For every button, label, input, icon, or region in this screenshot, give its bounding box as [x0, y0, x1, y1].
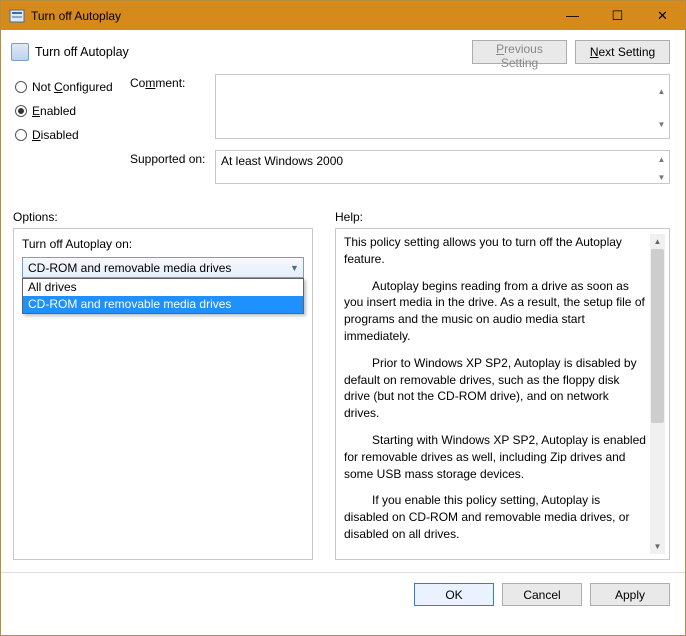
help-paragraph: This policy setting disables Autoplay on…	[344, 553, 646, 554]
header-row: Turn off Autoplay Previous Setting Next …	[1, 30, 685, 64]
ok-button[interactable]: OK	[414, 583, 494, 606]
comment-label: Comment:	[130, 74, 215, 90]
window-title: Turn off Autoplay	[31, 9, 550, 23]
radio-disabled[interactable]: Disabled	[15, 128, 130, 142]
page-title: Turn off Autoplay	[35, 45, 464, 59]
help-paragraph: Starting with Windows XP SP2, Autoplay i…	[344, 432, 646, 482]
scroll-up-icon[interactable]: ▲	[654, 75, 669, 108]
maximize-button[interactable]: ☐	[595, 1, 640, 30]
chevron-down-icon: ▼	[286, 263, 303, 273]
window-controls: — ☐ ✕	[550, 1, 685, 30]
next-setting-button[interactable]: Next Setting	[575, 40, 670, 64]
comment-textarea[interactable]	[215, 74, 670, 139]
scroll-track[interactable]	[650, 249, 665, 539]
scroll-up-icon[interactable]: ▲	[654, 151, 669, 169]
help-paragraph: Prior to Windows XP SP2, Autoplay is dis…	[344, 355, 646, 422]
close-button[interactable]: ✕	[640, 1, 685, 30]
cancel-button[interactable]: Cancel	[502, 583, 582, 606]
options-label: Options:	[13, 210, 335, 224]
scroll-thumb[interactable]	[651, 249, 664, 423]
combo-selected[interactable]: CD-ROM and removable media drives ▼	[22, 257, 304, 278]
state-radio-group: Not Configured Enabled Disabled	[15, 74, 130, 195]
options-panel: Turn off Autoplay on: CD-ROM and removab…	[13, 228, 313, 560]
combo-item-all-drives[interactable]: All drives	[23, 279, 303, 296]
supported-on-text	[215, 150, 670, 184]
policy-icon	[9, 8, 25, 24]
lower-panels: Turn off Autoplay on: CD-ROM and removab…	[1, 228, 685, 560]
help-text: This policy setting allows you to turn o…	[344, 234, 650, 554]
help-scrollbar[interactable]: ▲ ▼	[650, 234, 665, 554]
radio-enabled[interactable]: Enabled	[15, 104, 130, 118]
apply-button[interactable]: Apply	[590, 583, 670, 606]
help-panel: This policy setting allows you to turn o…	[335, 228, 670, 560]
help-paragraph: If you enable this policy setting, Autop…	[344, 492, 646, 542]
dialog-footer: OK Cancel Apply	[1, 572, 685, 616]
radio-not-configured[interactable]: Not Configured	[15, 80, 130, 94]
config-area: Not Configured Enabled Disabled Comment:…	[1, 64, 685, 200]
policy-header-icon	[11, 43, 29, 61]
scroll-up-icon[interactable]: ▲	[650, 234, 665, 249]
autoplay-on-label: Turn off Autoplay on:	[22, 237, 304, 251]
lower-labels: Options: Help:	[1, 200, 685, 228]
fields-column: Comment: ▲▼ Supported on: ▲▼	[130, 74, 670, 195]
title-bar: Turn off Autoplay — ☐ ✕	[1, 1, 685, 30]
combo-selected-text: CD-ROM and removable media drives	[28, 261, 231, 275]
scroll-down-icon[interactable]: ▼	[654, 169, 669, 187]
previous-setting-button[interactable]: Previous Setting	[472, 40, 567, 64]
combo-item-cdrom-removable[interactable]: CD-ROM and removable media drives	[23, 296, 303, 313]
scroll-down-icon[interactable]: ▼	[650, 539, 665, 554]
autoplay-on-combo[interactable]: CD-ROM and removable media drives ▼ All …	[22, 257, 304, 278]
combo-dropdown: All drives CD-ROM and removable media dr…	[22, 278, 304, 314]
minimize-button[interactable]: —	[550, 1, 595, 30]
supported-label: Supported on:	[130, 150, 215, 166]
help-paragraph: Autoplay begins reading from a drive as …	[344, 278, 646, 345]
help-label: Help:	[335, 210, 363, 224]
scroll-down-icon[interactable]: ▼	[654, 108, 669, 141]
help-paragraph: This policy setting allows you to turn o…	[344, 234, 646, 268]
